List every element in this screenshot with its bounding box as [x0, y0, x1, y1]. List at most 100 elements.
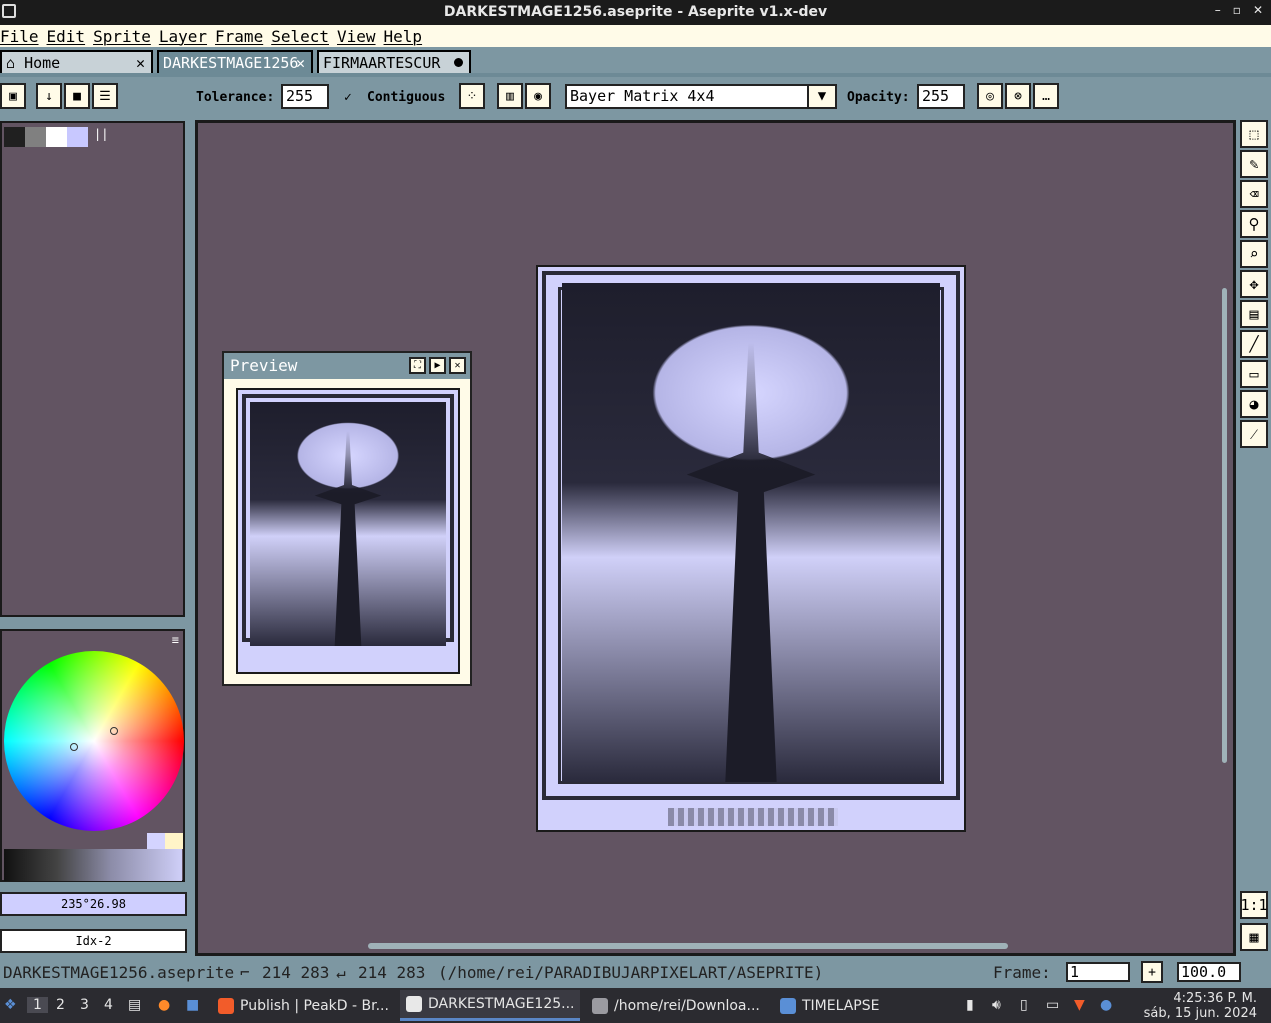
shade-swatch-cream[interactable]	[165, 833, 183, 849]
arrow-down-icon[interactable]: ↓	[36, 83, 62, 109]
unsaved-dot-icon	[454, 58, 463, 67]
menu-help[interactable]: Help	[384, 27, 431, 46]
task-aseprite-label: DARKESTMAGE125...	[428, 996, 575, 1012]
eraser-tool-icon[interactable]: ⌫	[1240, 180, 1268, 208]
symmetry-icon[interactable]: ⊗	[1005, 83, 1031, 109]
vertical-scrollbar[interactable]	[1222, 288, 1227, 763]
file-manager-launcher-icon[interactable]: ▤	[128, 997, 141, 1013]
horizontal-scrollbar[interactable]	[368, 943, 1008, 949]
clock[interactable]: 4:25:36 P. M. sáb, 15 jun. 2024	[1144, 991, 1257, 1021]
tab-firmaartescur[interactable]: FIRMAARTESCUR	[317, 50, 471, 74]
menu-select[interactable]: Select	[271, 27, 337, 46]
move-tool-icon[interactable]: ✥	[1240, 270, 1268, 298]
wheel-marker-fg[interactable]	[70, 743, 78, 751]
line-tool-icon[interactable]: ╱	[1240, 330, 1268, 358]
tray-usb-icon[interactable]: ▮	[966, 997, 974, 1013]
linear-gradient-icon[interactable]: ▥	[497, 83, 523, 109]
menu-lines-icon[interactable]: ☰	[92, 83, 118, 109]
desktop-launcher-icon[interactable]: ■	[186, 997, 199, 1013]
tab-home-close-icon[interactable]: ✕	[136, 54, 145, 72]
zoom-tool-icon[interactable]: ⌕	[1240, 240, 1268, 268]
preview-center-icon[interactable]: ⛶	[409, 357, 426, 374]
dither-select[interactable]: Bayer Matrix 4x4 ▼	[565, 84, 837, 109]
tab-darkestmage[interactable]: DARKESTMAGE1256 ✕	[157, 50, 313, 74]
tray-volume-icon[interactable]: 🔊︎	[992, 997, 1001, 1013]
palette-swatch-white[interactable]	[46, 127, 67, 147]
eyedropper-tool-icon[interactable]: ⚲	[1240, 210, 1268, 238]
status-position: 214 283	[358, 963, 426, 982]
more-options-icon[interactable]: …	[1033, 83, 1059, 109]
actual-size-icon[interactable]: 1:1	[1240, 891, 1268, 919]
home-icon: ⌂	[6, 54, 25, 72]
maximize-button[interactable]: ▫	[1233, 3, 1241, 17]
opacity-input[interactable]: 255	[917, 84, 965, 109]
menu-edit[interactable]: Edit	[47, 27, 94, 46]
folder-window-icon	[592, 997, 608, 1014]
palette-swatch-lavender[interactable]	[67, 127, 88, 147]
workspace-2[interactable]: 2	[56, 997, 65, 1013]
panel-menu-icon[interactable]: ≡	[172, 633, 179, 647]
preview-window[interactable]: Preview ⛶ ▶ ✕	[222, 351, 472, 686]
blur-tool-icon[interactable]: ⁄	[1240, 420, 1268, 448]
menu-frame[interactable]: Frame	[215, 27, 271, 46]
preview-play-icon[interactable]: ▶	[429, 357, 446, 374]
position-icon: ↵	[336, 963, 346, 982]
tray-clipboard-icon[interactable]: ▯	[1020, 997, 1028, 1013]
gradient-tool-icon[interactable]: ▤	[1240, 300, 1268, 328]
marquee-tool-icon[interactable]: ⬚	[1240, 120, 1268, 148]
radial-gradient-icon[interactable]: ◉	[525, 83, 551, 109]
workspace-1[interactable]: 1	[27, 997, 48, 1013]
shade-bar[interactable]	[4, 849, 182, 881]
palette-swatch-gray[interactable]	[25, 127, 46, 147]
chevron-down-icon[interactable]: ▼	[807, 86, 835, 107]
close-button[interactable]: ✕	[1253, 3, 1263, 17]
sprite-canvas[interactable]	[536, 265, 966, 832]
tray-update-icon[interactable]: ●	[1100, 997, 1112, 1013]
tray-brave-icon[interactable]: ▼	[1074, 997, 1085, 1013]
timeline-toggle-icon[interactable]: ▦	[1240, 923, 1268, 951]
add-frame-icon[interactable]: +	[1141, 961, 1163, 983]
workspace-4[interactable]: 4	[104, 997, 113, 1013]
shade-swatch-lavender[interactable]	[147, 833, 165, 849]
pixel-perfect-icon[interactable]: ⁘	[459, 83, 485, 109]
contour-tool-icon[interactable]: ◕	[1240, 390, 1268, 418]
rectangle-tool-icon[interactable]: ▭	[1240, 360, 1268, 388]
menu-view[interactable]: View	[337, 27, 384, 46]
preview-thumbnail	[236, 388, 460, 674]
frame-input[interactable]: 1	[1066, 962, 1130, 982]
workspace-3[interactable]: 3	[80, 997, 89, 1013]
color-wheel[interactable]	[4, 651, 184, 831]
canvas-editor[interactable]: Preview ⛶ ▶ ✕	[195, 120, 1236, 956]
tab-home[interactable]: ⌂ Home ✕	[0, 50, 153, 74]
tolerance-input[interactable]: 255	[281, 84, 329, 109]
wheel-marker-bg[interactable]	[110, 727, 118, 735]
tab-firmaartescur-label: FIRMAARTESCUR	[323, 54, 441, 72]
task-brave-peakd[interactable]: Publish | PeakD - Br...	[212, 990, 395, 1021]
menu-sprite[interactable]: Sprite	[93, 27, 159, 46]
contiguous-checkbox-icon[interactable]: ✓	[344, 90, 352, 105]
opacity-label: Opacity:	[847, 90, 910, 105]
square-fill-icon[interactable]: ■	[64, 83, 90, 109]
preview-tower-shape	[314, 431, 382, 646]
zoom-input[interactable]: 100.0	[1177, 962, 1241, 982]
firefox-launcher-icon[interactable]: ●	[158, 997, 170, 1013]
color-hsv-readout[interactable]: 235°26.98	[0, 892, 187, 916]
tray-display-icon[interactable]: ▭	[1046, 997, 1059, 1013]
menu-layer[interactable]: Layer	[159, 27, 215, 46]
palette-swatch-black[interactable]	[4, 127, 25, 147]
menu-file[interactable]: File	[0, 27, 47, 46]
pencil-tool-icon[interactable]: ✎	[1240, 150, 1268, 178]
color-index-readout[interactable]: Idx-2	[0, 929, 187, 953]
tab-darkestmage-close-icon[interactable]: ✕	[296, 54, 305, 72]
task-file-manager[interactable]: /home/rei/Downloa...	[586, 990, 766, 1021]
stabilizer-icon[interactable]: ◎	[977, 83, 1003, 109]
status-filename: DARKESTMAGE1256.aseprite	[3, 963, 235, 982]
start-menu-icon[interactable]: ❖	[4, 997, 17, 1013]
lock-icon[interactable]: ▣	[0, 83, 26, 109]
status-path: (/home/rei/PARADIBUJARPIXELART/ASEPRITE)	[438, 963, 824, 982]
task-timelapse[interactable]: TIMELAPSE	[774, 990, 885, 1021]
minimize-button[interactable]: –	[1215, 3, 1221, 17]
palette-resize-handle[interactable]: ||	[94, 127, 108, 147]
preview-close-icon[interactable]: ✕	[449, 357, 466, 374]
task-aseprite[interactable]: DARKESTMAGE125...	[400, 990, 581, 1021]
